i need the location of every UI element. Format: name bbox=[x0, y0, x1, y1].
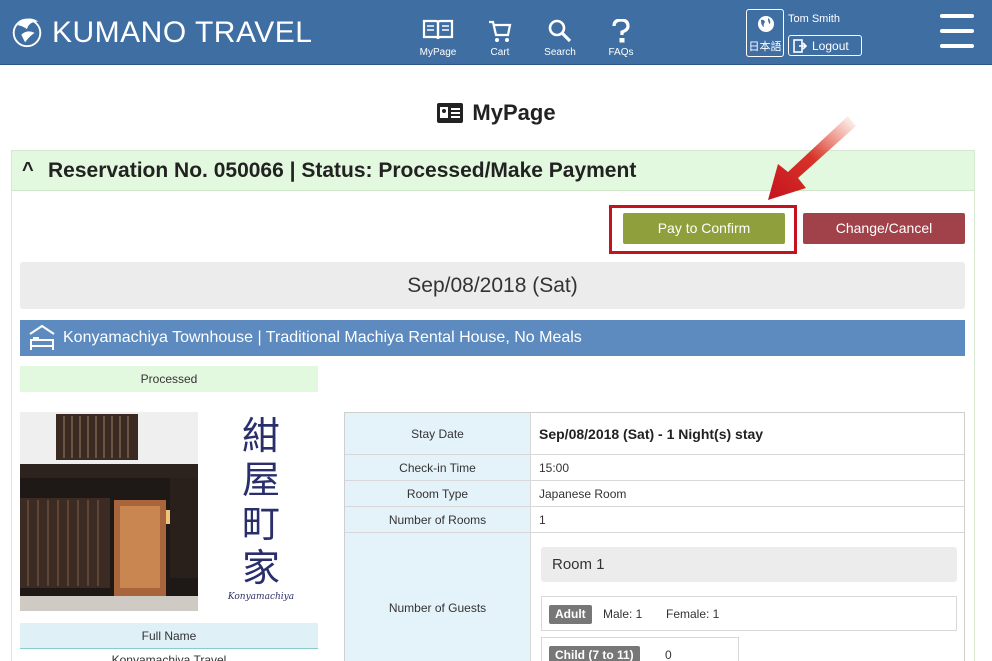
checkin-label: Check-in Time bbox=[345, 455, 531, 480]
logout-icon bbox=[793, 38, 807, 53]
male-count: Male: 1 bbox=[603, 607, 643, 621]
id-card-icon bbox=[437, 103, 464, 123]
logo-roman: Konyamachiya bbox=[227, 592, 295, 602]
collapse-caret-icon[interactable]: ^ bbox=[22, 159, 34, 182]
language-button[interactable]: 日本語 bbox=[746, 9, 784, 57]
rooms-value: 1 bbox=[539, 512, 546, 527]
checkin-value: 15:00 bbox=[539, 460, 570, 475]
site-header: KUMANO TRAVEL MyPage Cart Search FAQs 日本… bbox=[0, 0, 992, 65]
child-tag: Child (7 to 11) bbox=[549, 646, 640, 661]
logout-label: Logout bbox=[812, 38, 849, 53]
logo-kanji-1: 紺 bbox=[241, 414, 280, 458]
search-icon bbox=[548, 19, 572, 43]
table-row: Stay Date Sep/08/2018 (Sat) - 1 Night(s)… bbox=[345, 413, 964, 455]
reservation-details-table: Stay Date Sep/08/2018 (Sat) - 1 Night(s)… bbox=[344, 412, 965, 661]
logout-button[interactable]: Logout bbox=[788, 35, 862, 56]
nav-cart[interactable]: Cart bbox=[470, 0, 530, 65]
pay-to-confirm-button[interactable]: Pay to Confirm bbox=[623, 213, 785, 244]
language-label: 日本語 bbox=[748, 41, 782, 53]
nav-mypage-label: MyPage bbox=[419, 47, 457, 58]
stay-date-value: Sep/08/2018 (Sat) - 1 Night(s) stay bbox=[539, 425, 764, 442]
property-bar: Konyamachiya Townhouse | Traditional Mac… bbox=[20, 320, 965, 356]
bed-house-icon bbox=[29, 324, 55, 350]
hamburger-line bbox=[940, 44, 974, 48]
guests-label: Number of Guests bbox=[345, 533, 531, 661]
logo-kanji-2: 屋 bbox=[241, 458, 280, 502]
username: Tom Smith bbox=[788, 13, 840, 25]
logo-kanji-3: 町 bbox=[241, 502, 280, 546]
property-photo bbox=[20, 412, 198, 611]
page-title-text: MyPage bbox=[472, 100, 556, 125]
child-count: 0 bbox=[665, 648, 672, 661]
room-heading: Room 1 bbox=[541, 547, 957, 582]
menu-button[interactable] bbox=[940, 14, 974, 50]
nav-faqs-label: FAQs bbox=[608, 47, 634, 58]
room-type-label: Room Type bbox=[345, 481, 531, 506]
adult-guests: Adult Male: 1 Female: 1 bbox=[541, 596, 957, 631]
room-type-value: Japanese Room bbox=[539, 486, 627, 501]
question-icon bbox=[612, 19, 630, 43]
stay-date-label: Stay Date bbox=[345, 413, 531, 454]
globe-icon bbox=[758, 16, 774, 32]
fullname-label: Full Name bbox=[20, 623, 318, 649]
property-name: Konyamachiya Townhouse | Traditional Mac… bbox=[63, 329, 582, 346]
nav-search-label: Search bbox=[544, 47, 576, 58]
child-guests: Child (7 to 11) 0 bbox=[541, 637, 739, 661]
table-row: Check-in Time 15:00 bbox=[345, 455, 964, 481]
house-photo-image bbox=[20, 412, 198, 611]
logo-kanji-4: 家 bbox=[241, 546, 280, 590]
book-icon bbox=[422, 19, 454, 40]
crow-logo-icon bbox=[12, 18, 42, 48]
logo[interactable] bbox=[8, 12, 46, 50]
reservation-title: Reservation No. 050066 | Status: Process… bbox=[48, 159, 637, 182]
hamburger-line bbox=[940, 29, 974, 33]
adult-tag: Adult bbox=[549, 605, 592, 624]
change-cancel-button[interactable]: Change/Cancel bbox=[803, 213, 965, 244]
table-row: Number of Rooms 1 bbox=[345, 507, 964, 533]
female-count: Female: 1 bbox=[666, 607, 720, 621]
fullname-value: Konyamachiya Travel bbox=[111, 653, 227, 661]
date-bar: Sep/08/2018 (Sat) bbox=[20, 262, 965, 309]
brand-name[interactable]: KUMANO TRAVEL bbox=[52, 16, 312, 50]
annotation-arrow-icon bbox=[768, 116, 856, 200]
nav-faqs[interactable]: FAQs bbox=[591, 0, 651, 65]
nav-search[interactable]: Search bbox=[530, 0, 590, 65]
status-badge: Processed bbox=[20, 366, 318, 392]
nav-mypage[interactable]: MyPage bbox=[408, 0, 468, 65]
rooms-label: Number of Rooms bbox=[345, 507, 531, 532]
konyamachiya-logo: 紺 屋 町 家 Konyamachiya bbox=[224, 414, 298, 602]
nav-cart-label: Cart bbox=[490, 47, 510, 58]
hamburger-line bbox=[940, 14, 974, 18]
cart-icon bbox=[489, 20, 512, 42]
table-row: Room Type Japanese Room bbox=[345, 481, 964, 507]
